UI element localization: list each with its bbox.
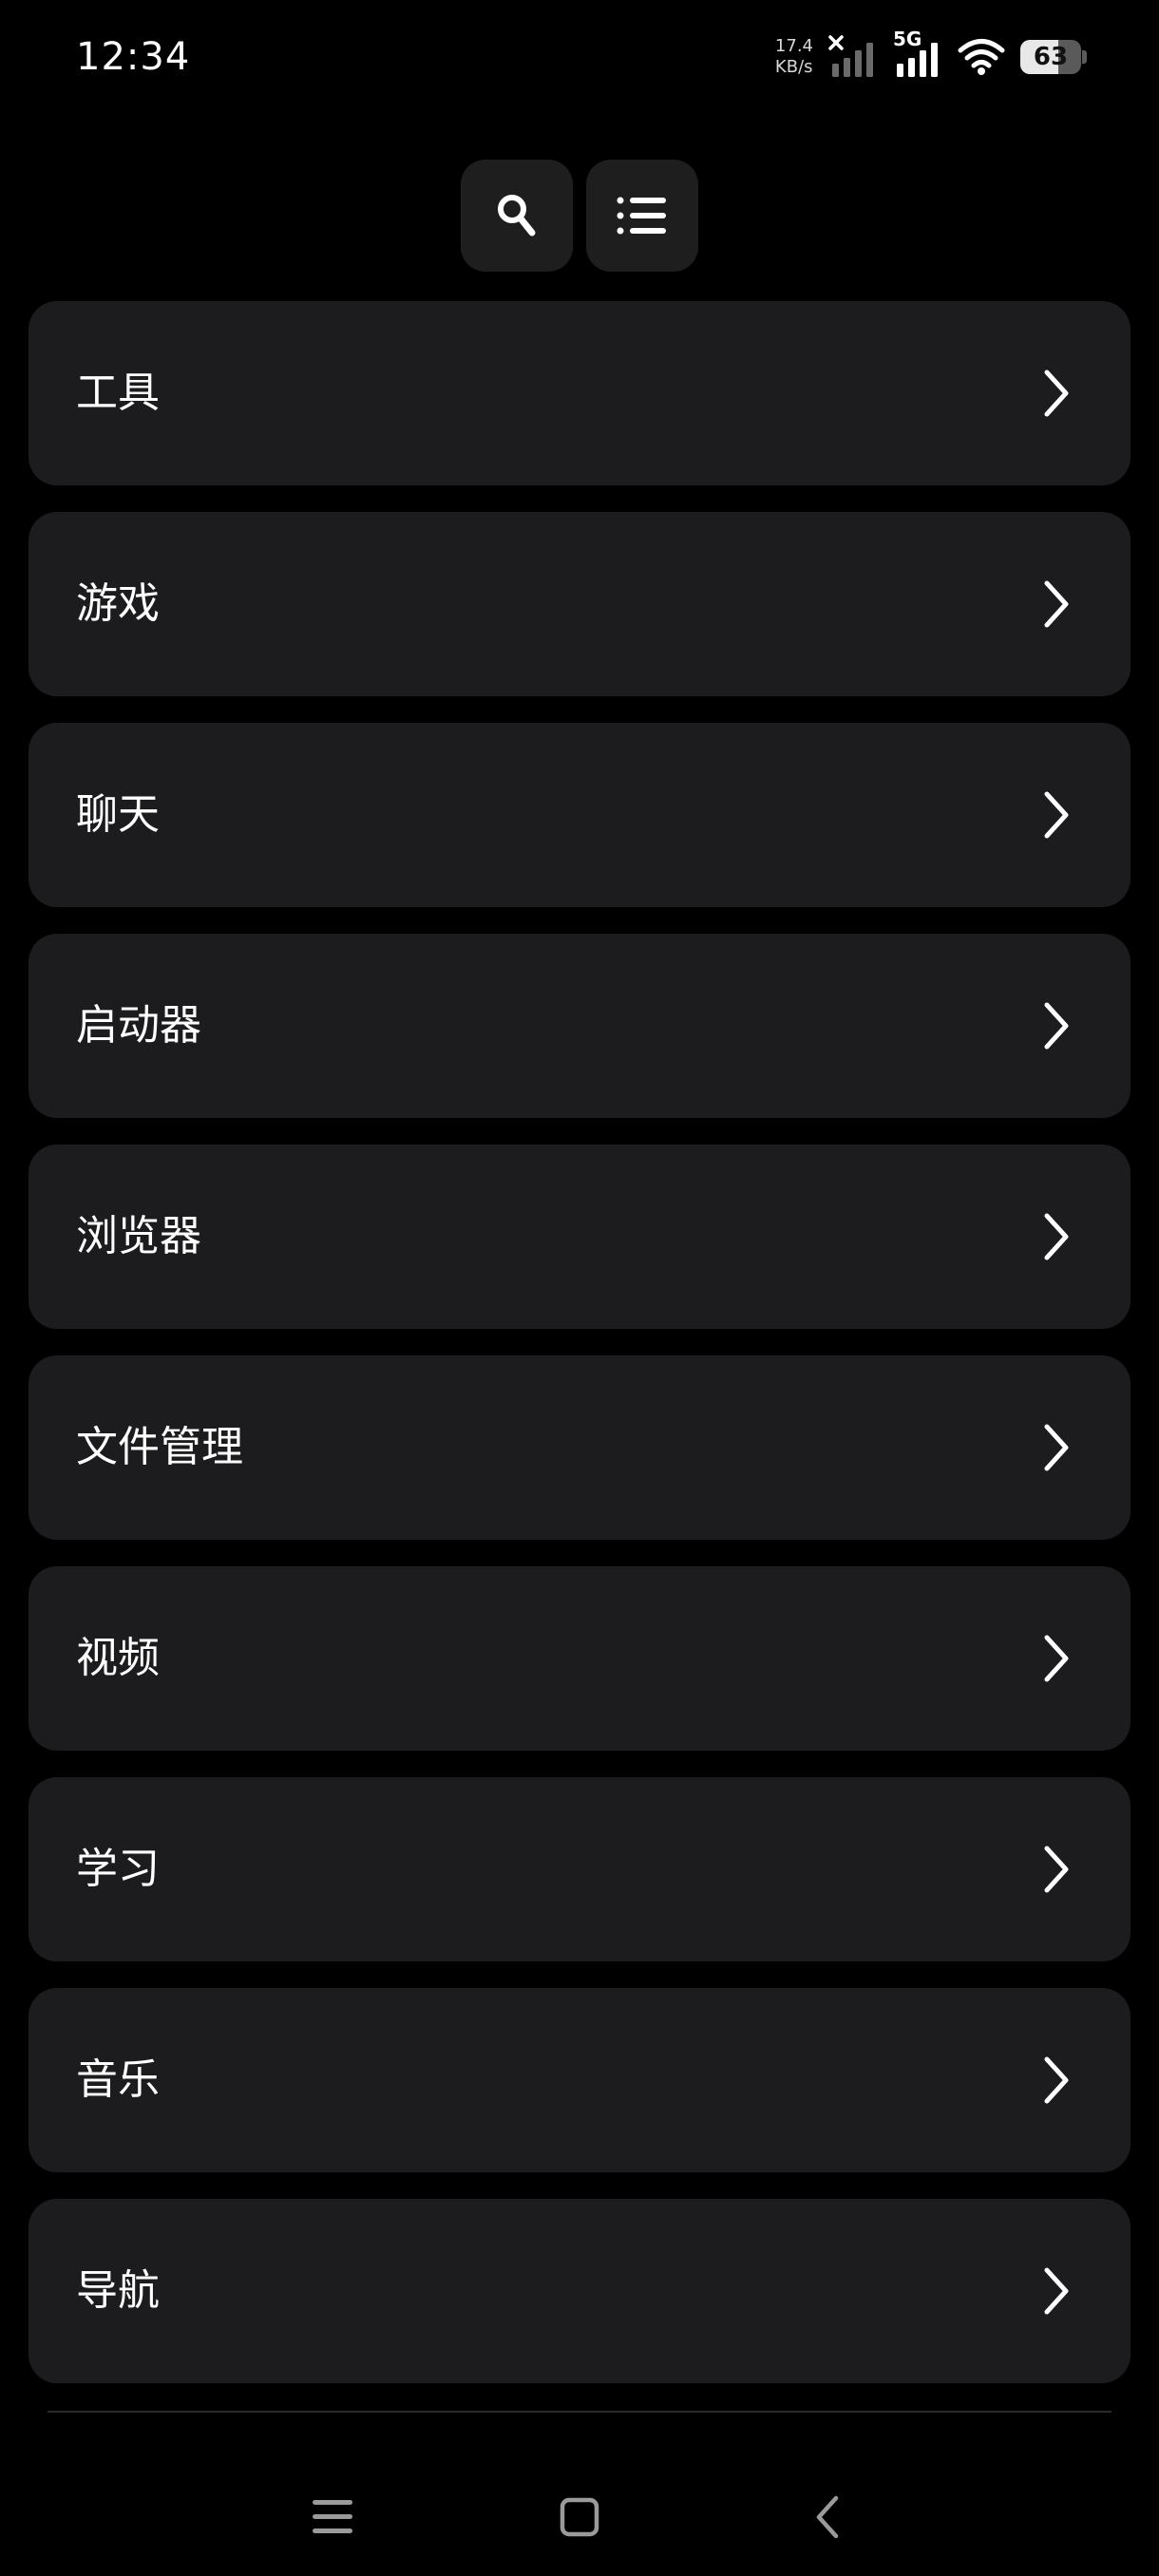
category-label: 聊天	[76, 790, 160, 839]
category-label: 学习	[76, 1845, 160, 1893]
wifi-icon	[958, 39, 1005, 75]
battery-level: 63	[1033, 43, 1069, 71]
chevron-right-icon	[1044, 2267, 1069, 2315]
chevron-right-icon	[1044, 1213, 1069, 1260]
network-speed: 17.4 KB/s	[775, 36, 813, 78]
category-label: 启动器	[76, 1001, 201, 1050]
category-item-navigation[interactable]: 导航	[28, 2199, 1130, 2383]
category-item-launcher[interactable]: 启动器	[28, 934, 1130, 1118]
search-icon	[498, 195, 536, 237]
category-item-music[interactable]: 音乐	[28, 1988, 1130, 2172]
toolbar	[0, 160, 1159, 272]
home-button[interactable]	[542, 2479, 618, 2555]
category-list: 工具 游戏 聊天 启动器 浏览器 文件管理 视频 学习 音乐 导航	[28, 301, 1130, 2410]
list-bottom-divider	[48, 2411, 1112, 2413]
back-button[interactable]	[788, 2479, 864, 2555]
status-bar: 12:34 17.4 KB/s 5G 63	[0, 0, 1159, 114]
chevron-right-icon	[1044, 369, 1069, 417]
category-item-browser[interactable]: 浏览器	[28, 1145, 1130, 1329]
category-label: 游戏	[76, 579, 160, 628]
category-label: 文件管理	[76, 1423, 243, 1471]
category-label: 工具	[76, 369, 160, 417]
category-item-chat[interactable]: 聊天	[28, 723, 1130, 907]
category-item-games[interactable]: 游戏	[28, 512, 1130, 696]
app-screen: 12:34 17.4 KB/s 5G 63 工具 游戏 聊天 启动器 浏览器 文…	[0, 0, 1159, 2576]
home-icon	[560, 2497, 599, 2537]
recent-apps-button[interactable]	[294, 2479, 370, 2555]
category-label: 导航	[76, 2266, 160, 2315]
category-item-tools[interactable]: 工具	[28, 301, 1130, 485]
list-icon	[617, 197, 666, 235]
network-type-badge: 5G	[893, 28, 922, 50]
chevron-right-icon	[1044, 1846, 1069, 1893]
chevron-right-icon	[1044, 1424, 1069, 1471]
category-item-video[interactable]: 视频	[28, 1566, 1130, 1751]
category-item-study[interactable]: 学习	[28, 1777, 1130, 1961]
status-icons: 17.4 KB/s 5G 63	[775, 28, 1087, 85]
network-speed-value: 17.4	[774, 36, 813, 56]
category-label: 视频	[76, 1634, 160, 1682]
list-view-button[interactable]	[586, 160, 698, 272]
sim2-signal: 5G	[893, 29, 942, 79]
chevron-right-icon	[1044, 1002, 1069, 1050]
search-button[interactable]	[461, 160, 573, 272]
category-label: 浏览器	[76, 1212, 201, 1260]
chevron-right-icon	[1044, 791, 1069, 839]
category-item-file-manager[interactable]: 文件管理	[28, 1355, 1130, 1540]
status-time: 12:34	[76, 35, 191, 79]
no-signal-icon	[828, 35, 873, 77]
network-speed-unit: KB/s	[774, 57, 813, 77]
back-icon	[816, 2495, 839, 2539]
chevron-right-icon	[1044, 580, 1069, 628]
category-label: 音乐	[76, 2055, 160, 2104]
menu-icon	[313, 2500, 352, 2533]
chevron-right-icon	[1044, 1635, 1069, 1682]
system-nav-bar	[0, 2460, 1159, 2555]
sim1-signal	[828, 35, 878, 79]
battery-indicator: 63	[1020, 40, 1087, 74]
chevron-right-icon	[1044, 2056, 1069, 2104]
